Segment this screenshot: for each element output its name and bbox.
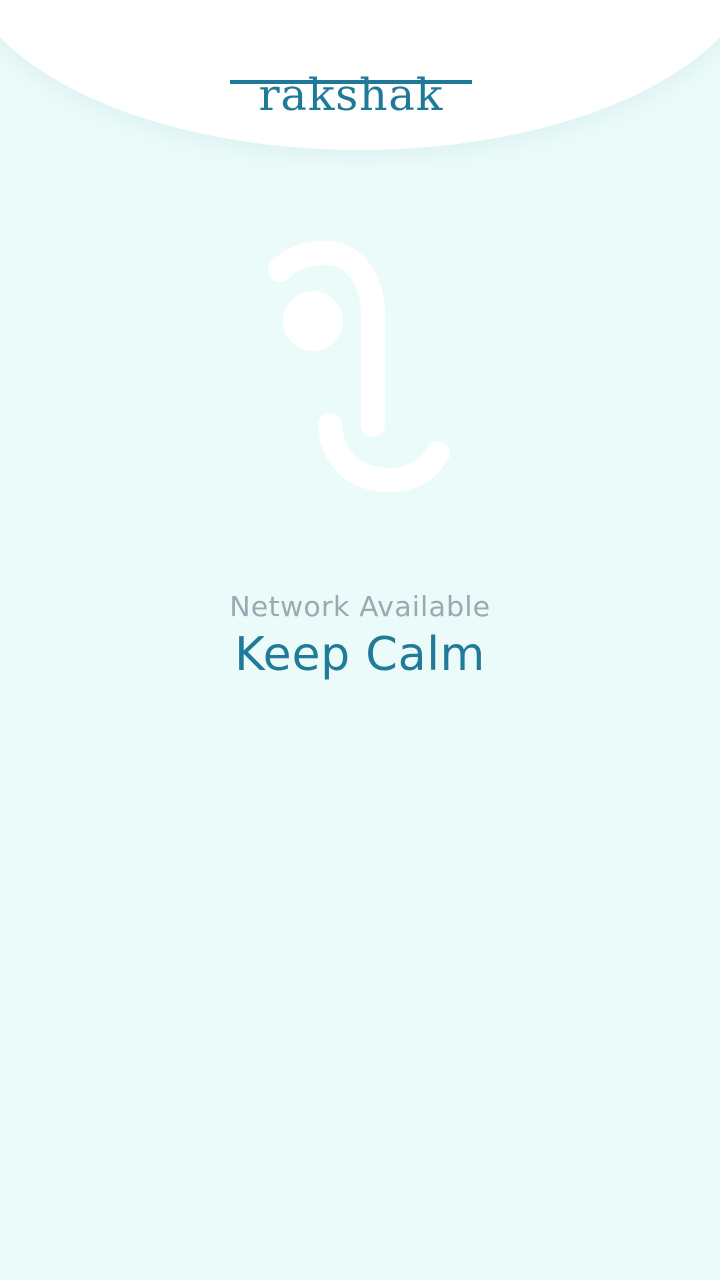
calm-figure-icon [268, 240, 450, 493]
splash-screen: rakshak Network Available Keep Calm [0, 0, 720, 1280]
header: rakshak [0, 50, 720, 140]
app-logo: rakshak [230, 50, 490, 140]
calm-message: Keep Calm [234, 627, 486, 681]
network-status-text: Network Available [229, 590, 491, 623]
status-panel: Network Available Keep Calm [0, 590, 720, 681]
logo-text: rakshak [258, 70, 444, 121]
